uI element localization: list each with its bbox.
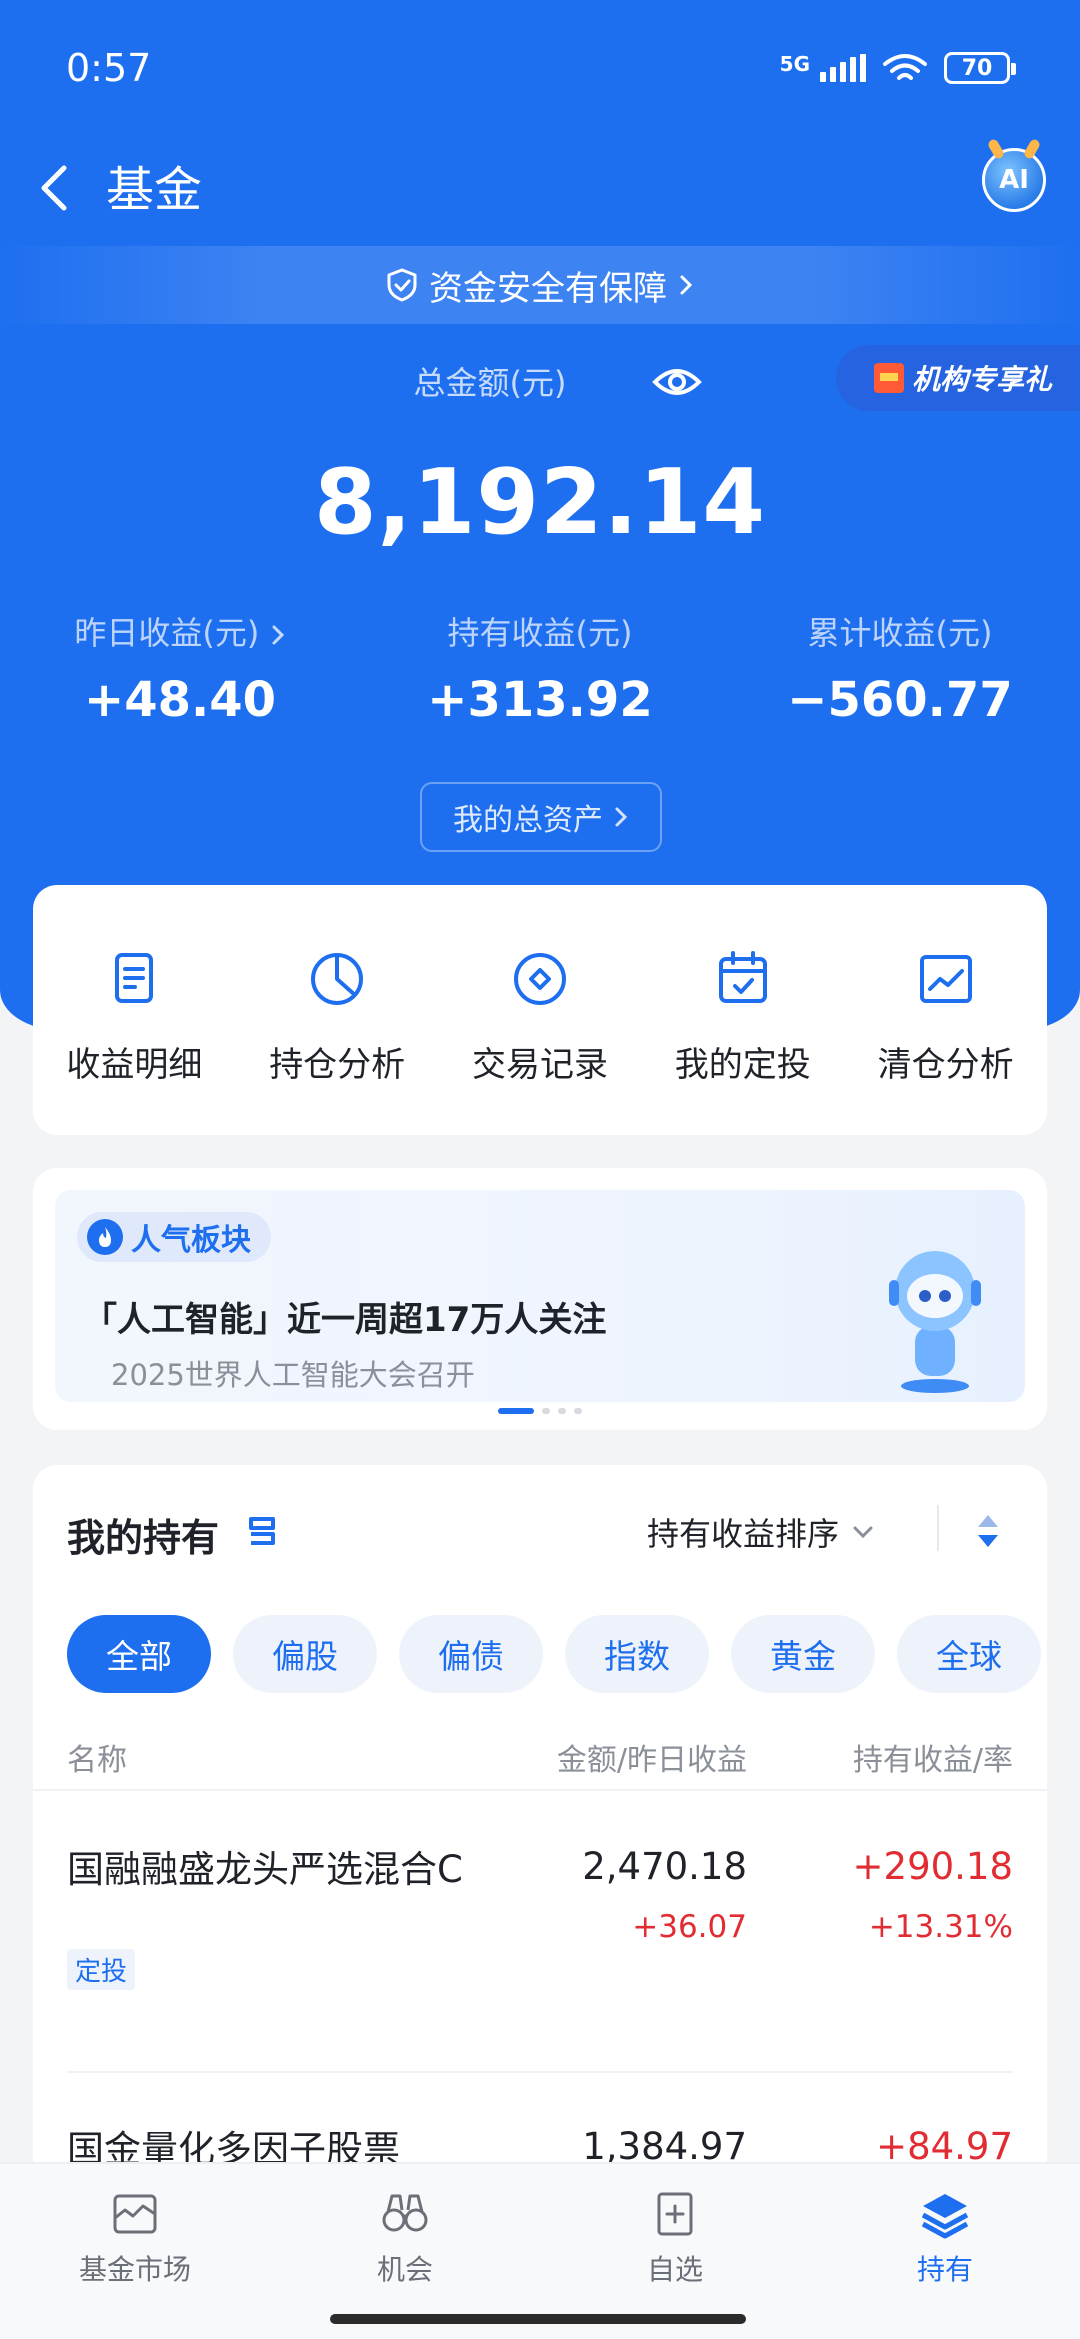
- home-indicator: [330, 2314, 746, 2324]
- sort-order-icon[interactable]: [973, 1511, 1003, 1551]
- shortcut-profit-detail[interactable]: 收益明细: [33, 885, 236, 1135]
- ai-assistant-icon[interactable]: AI: [982, 148, 1046, 212]
- tab-label: 基金市场: [78, 2253, 191, 2286]
- view-switch-icon[interactable]: [245, 1513, 281, 1549]
- hot-topic-banner[interactable]: 人气板块 「人工智能」近一周超17万人关注 2025世界人工智能大会召开: [55, 1190, 1025, 1402]
- hot-topic-headline: 「人工智能」近一周超17万人关注: [83, 1300, 607, 1340]
- robot-mascot-icon: [889, 1251, 981, 1393]
- column-header-amount: 金额/昨日收益: [556, 1743, 747, 1778]
- filter-chip-all[interactable]: 全部: [67, 1615, 211, 1693]
- fund-amount: 2,470.18: [582, 1845, 747, 1888]
- add-watchlist-icon: [657, 2192, 693, 2236]
- chevron-right-icon: [615, 807, 628, 827]
- bottom-tab-bar: 基金市场 机会 自选 持有: [0, 2162, 1080, 2339]
- tab-label: 持有: [916, 2253, 973, 2286]
- shortcut-label: 我的定投: [674, 1045, 811, 1085]
- layers-icon: [921, 2194, 969, 2239]
- tab-fund-market[interactable]: 基金市场: [0, 2164, 270, 2339]
- security-banner[interactable]: 资金安全有保障: [0, 246, 1080, 324]
- tab-label: 机会: [376, 2253, 433, 2286]
- holding-profit: 持有收益(元) +313.92: [360, 608, 720, 728]
- filter-chip-bond[interactable]: 偏债: [399, 1615, 543, 1693]
- chevron-right-icon: [680, 275, 693, 295]
- stat-value: +313.92: [427, 672, 653, 728]
- battery-level: 70: [961, 55, 993, 81]
- fund-yesterday-profit: +36.07: [632, 1909, 747, 1945]
- status-time: 0:57: [66, 46, 152, 90]
- stat-value: −560.77: [787, 672, 1013, 728]
- yesterday-profit[interactable]: 昨日收益(元) +48.40: [0, 608, 360, 728]
- network-type: 5G: [779, 52, 810, 76]
- chevron-right-icon: [272, 625, 284, 645]
- fund-holding-rate: +13.31%: [868, 1909, 1013, 1945]
- sort-label: 持有收益排序: [647, 1515, 840, 1553]
- sort-dropdown[interactable]: 持有收益排序: [647, 1509, 875, 1555]
- profit-stats: 昨日收益(元) +48.40 持有收益(元) +313.92 累计收益(元) −…: [0, 608, 1080, 748]
- stat-label: 累计收益(元): [807, 614, 993, 652]
- status-bar: 0:57 5G 70: [0, 0, 1080, 140]
- hot-topic-tag: 人气板块: [77, 1212, 271, 1262]
- shortcut-auto-invest[interactable]: 我的定投: [641, 885, 844, 1135]
- hot-topic-tag-label: 人气板块: [131, 1223, 251, 1258]
- chevron-down-icon: [853, 1526, 873, 1539]
- filter-chip-equity[interactable]: 偏股: [233, 1615, 377, 1693]
- tab-opportunity[interactable]: 机会: [270, 2164, 540, 2339]
- column-header-holding: 持有收益/率: [852, 1743, 1013, 1778]
- trend-chart-icon: [919, 955, 972, 1003]
- shortcut-label: 持仓分析: [269, 1045, 406, 1085]
- total-assets-button[interactable]: 我的总资产: [420, 782, 662, 852]
- shield-check-icon: [387, 268, 417, 302]
- filter-chips: 全部 偏股 偏债 指数 黄金 全球: [67, 1615, 1041, 1693]
- shortcut-label: 清仓分析: [877, 1045, 1014, 1085]
- back-arrow-icon[interactable]: [30, 152, 80, 222]
- diamond-icon: [513, 953, 566, 1005]
- calendar-check-icon: [718, 951, 767, 1003]
- stat-value: +48.40: [83, 672, 277, 728]
- divider: [937, 1505, 939, 1551]
- fund-row[interactable]: 国融融盛龙头严选混合C 定投 2,470.18 +36.07 +290.18 +…: [33, 1791, 1047, 2073]
- document-icon: [115, 953, 154, 1003]
- filter-chip-global[interactable]: 全球: [897, 1615, 1041, 1693]
- total-amount: 8,192.14: [313, 450, 767, 555]
- fund-name: 国融融盛龙头严选混合C: [67, 1848, 463, 1891]
- page-title: 基金: [106, 162, 203, 218]
- column-header-name: 名称: [67, 1743, 127, 1778]
- wifi-icon: [883, 54, 927, 80]
- total-assets-label: 我的总资产: [453, 803, 603, 838]
- stat-label: 昨日收益(元): [74, 614, 260, 652]
- hot-topic-carousel[interactable]: 人气板块 「人工智能」近一周超17万人关注 2025世界人工智能大会召开: [33, 1168, 1047, 1430]
- ai-label: AI: [999, 165, 1029, 195]
- pie-chart-icon: [311, 953, 364, 1005]
- shortcut-label: 收益明细: [66, 1045, 203, 1085]
- tab-holdings[interactable]: 持有: [810, 2164, 1080, 2339]
- eye-icon[interactable]: [652, 360, 702, 404]
- filter-chip-index[interactable]: 指数: [565, 1615, 709, 1693]
- shortcut-grid: 收益明细 持仓分析 交易记录 我的定投 清仓分析: [33, 885, 1047, 1135]
- total-amount-label: 总金额(元): [413, 364, 567, 402]
- signal-icon: [820, 54, 866, 82]
- security-text: 资金安全有保障: [429, 268, 667, 309]
- tab-watchlist[interactable]: 自选: [540, 2164, 810, 2339]
- shortcut-position-analysis[interactable]: 持仓分析: [236, 885, 439, 1135]
- nav-bar: 基金 AI: [0, 140, 1080, 240]
- binoculars-icon: [382, 2194, 428, 2232]
- fire-icon: [87, 1219, 123, 1255]
- shortcut-label: 交易记录: [471, 1045, 608, 1085]
- status-icons: 5G 70: [779, 52, 1016, 84]
- tab-label: 自选: [646, 2253, 703, 2286]
- fund-holding-profit: +290.18: [852, 1845, 1013, 1888]
- holdings-title: 我的持有: [67, 1516, 220, 1560]
- filter-chip-gold[interactable]: 黄金: [731, 1615, 875, 1693]
- hot-topic-subtitle: 2025世界人工智能大会召开: [111, 1358, 475, 1392]
- cumulative-profit: 累计收益(元) −560.77: [720, 608, 1080, 728]
- auto-invest-badge: 定投: [67, 1949, 136, 1990]
- holdings-section: 我的持有 持有收益排序 全部 偏股 偏债 指数 黄金 全球 名称 金额/昨日收益…: [33, 1465, 1047, 2185]
- battery-icon: 70: [944, 52, 1016, 84]
- shortcut-clearance-analysis[interactable]: 清仓分析: [844, 885, 1047, 1135]
- shortcut-transactions[interactable]: 交易记录: [439, 885, 642, 1135]
- market-icon: [113, 2194, 157, 2234]
- stat-label: 持有收益(元): [447, 614, 633, 652]
- carousel-indicator: [498, 1408, 582, 1414]
